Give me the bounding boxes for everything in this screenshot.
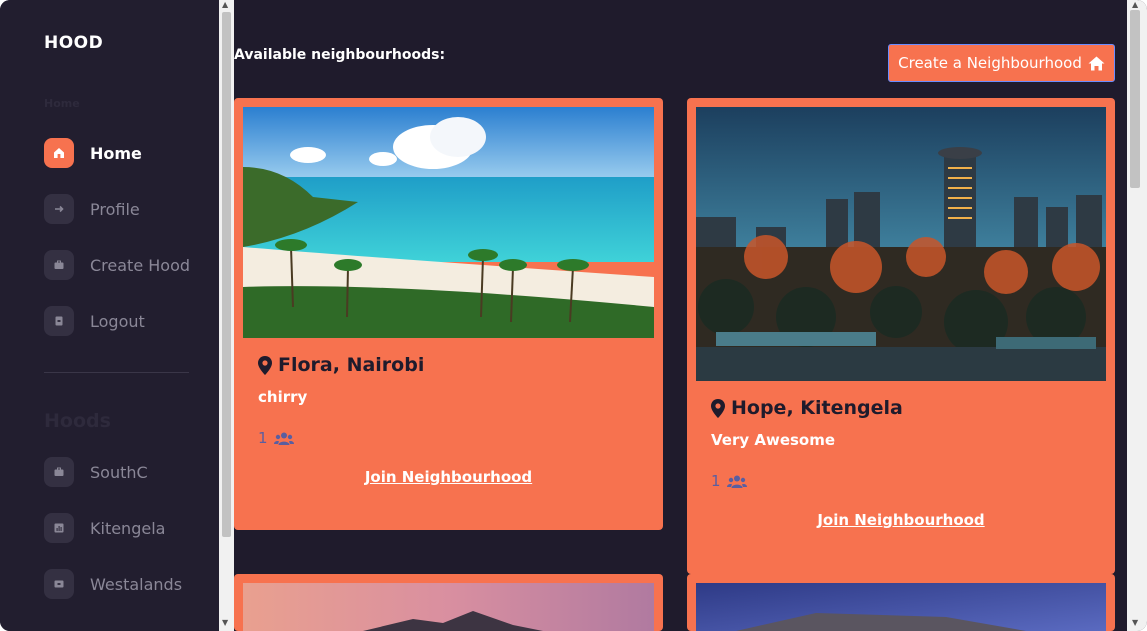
map-marker-icon	[711, 398, 725, 418]
scroll-down-icon[interactable]: ▼	[222, 618, 228, 627]
home-icon	[44, 138, 74, 168]
sidebar-item-label: Home	[90, 143, 142, 163]
logout-icon	[44, 306, 74, 336]
mountain-image	[243, 583, 654, 631]
sidebar-item-profile[interactable]: Profile	[44, 194, 140, 224]
sidebar-item-label: Create Hood	[90, 255, 191, 275]
briefcase-icon	[44, 250, 74, 280]
beach-image	[243, 107, 654, 338]
building-image	[696, 583, 1106, 631]
sidebar-item-label: Kitengela	[90, 518, 166, 538]
sidebar-scrollbar[interactable]: ▲ ▼	[219, 0, 234, 631]
briefcase-icon	[44, 569, 74, 599]
sidebar-divider	[44, 372, 189, 373]
card-title: Flora, Nairobi	[258, 354, 424, 376]
card-description: chirry	[258, 388, 308, 406]
member-count: 1	[258, 429, 294, 447]
users-icon	[726, 475, 747, 488]
sidebar-section-label: Home	[44, 97, 80, 110]
join-neighbourhood-link[interactable]: Join Neighbourhood	[234, 468, 663, 486]
sidebar-item-southc[interactable]: SouthC	[44, 457, 148, 487]
page-heading: Available neighbourhoods:	[234, 47, 446, 63]
create-button-label: Create a Neighbourhood	[898, 54, 1082, 72]
create-neighbourhood-button[interactable]: Create a Neighbourhood	[888, 44, 1115, 82]
map-marker-icon	[258, 355, 272, 375]
app-window: HOOD Home Home Profile Create Hood Logou…	[0, 0, 1147, 631]
sidebar-item-label: Logout	[90, 311, 145, 331]
neighbourhood-card	[687, 574, 1115, 631]
scroll-down-icon[interactable]: ▼	[1132, 618, 1138, 627]
member-count-value: 1	[258, 429, 268, 447]
neighbourhood-card	[234, 574, 663, 631]
sidebar-item-home[interactable]: Home	[44, 138, 142, 168]
chart-icon	[44, 513, 74, 543]
sidebar-item-westalands[interactable]: Westalands	[44, 569, 182, 599]
card-description: Very Awesome	[711, 431, 836, 449]
sidebar-item-logout[interactable]: Logout	[44, 306, 145, 336]
briefcase-icon	[44, 457, 74, 487]
card-title: Hope, Kitengela	[711, 397, 903, 419]
neighbourhood-card: Flora, Nairobi chirry 1 Join Neighbourho…	[234, 98, 663, 530]
brand-logo[interactable]: HOOD	[44, 33, 103, 53]
scroll-up-icon[interactable]: ▲	[222, 0, 228, 9]
main-scrollbar-thumb[interactable]	[1130, 10, 1140, 188]
scroll-up-icon[interactable]: ▲	[1132, 0, 1138, 9]
sidebar-item-label: Profile	[90, 199, 140, 219]
sidebar-item-create-hood[interactable]: Create Hood	[44, 250, 190, 280]
join-neighbourhood-link[interactable]: Join Neighbourhood	[687, 511, 1115, 529]
main-scrollbar[interactable]: ▲ ▼	[1127, 0, 1147, 631]
member-count-value: 1	[711, 472, 721, 490]
neighbourhood-card: Hope, Kitengela Very Awesome 1 Join Neig…	[687, 98, 1115, 574]
sidebar-item-kitengela[interactable]: Kitengela	[44, 513, 165, 543]
sidebar-scrollbar-thumb[interactable]	[222, 12, 231, 537]
sidebar-item-label: Westalands	[90, 574, 183, 594]
users-icon	[273, 432, 294, 445]
sidebar-item-label: SouthC	[90, 462, 148, 482]
card-title-text: Hope, Kitengela	[731, 397, 903, 419]
arrow-right-icon	[44, 194, 74, 224]
sidebar: HOOD Home Home Profile Create Hood Logou…	[0, 0, 219, 631]
member-count: 1	[711, 472, 747, 490]
home-icon	[1088, 56, 1105, 70]
city-image	[696, 107, 1106, 381]
hoods-section-label: Hoods	[44, 410, 111, 432]
card-title-text: Flora, Nairobi	[278, 354, 425, 376]
